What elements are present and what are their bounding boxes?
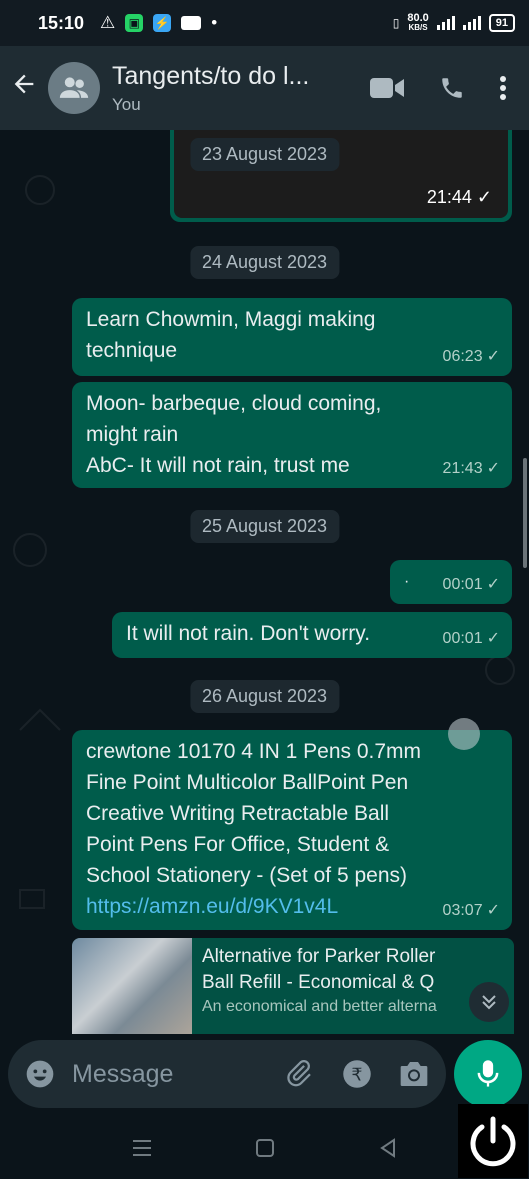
- scroll-to-bottom-button[interactable]: [469, 982, 509, 1022]
- status-time: 15:10: [38, 12, 85, 33]
- attach-icon[interactable]: [286, 1059, 316, 1089]
- svg-text:₹: ₹: [351, 1065, 362, 1085]
- group-avatar[interactable]: [48, 62, 100, 114]
- message-meta: 21:44 ✓: [426, 187, 492, 207]
- message-bubble[interactable]: Moon- barbeque, cloud coming, might rain…: [72, 382, 512, 488]
- microphone-icon: [477, 1060, 499, 1087]
- message-bubble[interactable]: It will not rain. Don't worry. 00:01 ✓: [112, 612, 512, 658]
- message-input[interactable]: Message: [72, 1060, 173, 1089]
- message-bubble[interactable]: crewtone 10170 4 IN 1 Pens 0.7mm Fine Po…: [72, 730, 512, 930]
- recent-apps-icon[interactable]: [131, 1139, 153, 1157]
- back-nav-icon[interactable]: [378, 1137, 398, 1158]
- chat-header: Tangents/to do l... You: [0, 46, 529, 130]
- message-meta: 00:01 ✓: [442, 576, 500, 593]
- more-notifications-dot: •: [211, 13, 218, 32]
- link-preview-title: Alternative for Parker Roller: [202, 946, 436, 967]
- message-composer[interactable]: Message ₹: [8, 1040, 446, 1108]
- message-bubble[interactable]: Learn Chowmin, Maggi making technique 06…: [72, 298, 512, 376]
- power-overlay-button[interactable]: [458, 1104, 528, 1178]
- chat-title: Tangents/to do l...: [112, 61, 310, 90]
- battery-indicator: 91: [488, 14, 515, 32]
- network-speed: 80.0 KB/S: [407, 12, 429, 33]
- media-notification-icon: [181, 16, 202, 30]
- message-link[interactable]: https://amzn.eu/d/9KV1v4L: [86, 891, 502, 922]
- chat-title-block[interactable]: Tangents/to do l... You: [112, 62, 342, 115]
- message-meta: 00:01 ✓: [442, 630, 500, 647]
- link-preview-card[interactable]: Alternative for Parker Roller Ball Refil…: [72, 938, 514, 1034]
- system-nav-bar: [0, 1116, 529, 1179]
- link-preview-title-2: Ball Refill - Economical & Q: [202, 972, 435, 993]
- more-options-icon[interactable]: [499, 75, 507, 101]
- voice-call-icon[interactable]: [439, 75, 465, 101]
- bolt-notification-icon: ⚡: [153, 14, 172, 32]
- date-chip: 24 August 2023: [189, 246, 340, 279]
- back-arrow-icon[interactable]: [10, 70, 44, 106]
- message-meta: 06:23 ✓: [442, 348, 500, 365]
- camera-icon[interactable]: [398, 1059, 430, 1089]
- date-chip: 25 August 2023: [189, 510, 340, 543]
- chat-area[interactable]: 21:44 ✓ 23 August 2023 24 August 2023 Le…: [0, 130, 529, 1034]
- signal-icon: [436, 16, 455, 30]
- app-notification-icon: ▣: [125, 14, 144, 32]
- group-icon: [59, 77, 89, 98]
- date-chip: 26 August 2023: [189, 680, 340, 713]
- scrollbar-thumb[interactable]: [523, 458, 527, 568]
- power-icon: [470, 1116, 516, 1167]
- status-bar: 15:10 ⚠ ▣ ⚡ • ▯ 80.0 KB/S 91: [0, 0, 529, 46]
- video-call-icon[interactable]: [369, 75, 405, 101]
- emoji-icon[interactable]: [24, 1058, 56, 1090]
- double-chevron-down-icon: [482, 995, 496, 1010]
- link-preview-image: [72, 938, 192, 1034]
- touch-indicator: [448, 718, 480, 750]
- vibrate-icon: ▯: [392, 16, 400, 30]
- payment-rupee-icon[interactable]: ₹: [342, 1059, 372, 1089]
- message-bubble[interactable]: · 00:01 ✓: [390, 560, 512, 604]
- signal-icon-2: [462, 16, 481, 30]
- chat-subtitle: You: [112, 94, 141, 114]
- link-preview-description: An economical and better alterna: [202, 998, 437, 1015]
- date-chip: 23 August 2023: [189, 138, 340, 171]
- message-meta: 21:43 ✓: [442, 460, 500, 477]
- home-icon[interactable]: [255, 1138, 275, 1158]
- warning-icon: ⚠: [100, 13, 116, 32]
- voice-record-button[interactable]: [454, 1040, 522, 1108]
- message-meta: 03:07 ✓: [442, 902, 500, 919]
